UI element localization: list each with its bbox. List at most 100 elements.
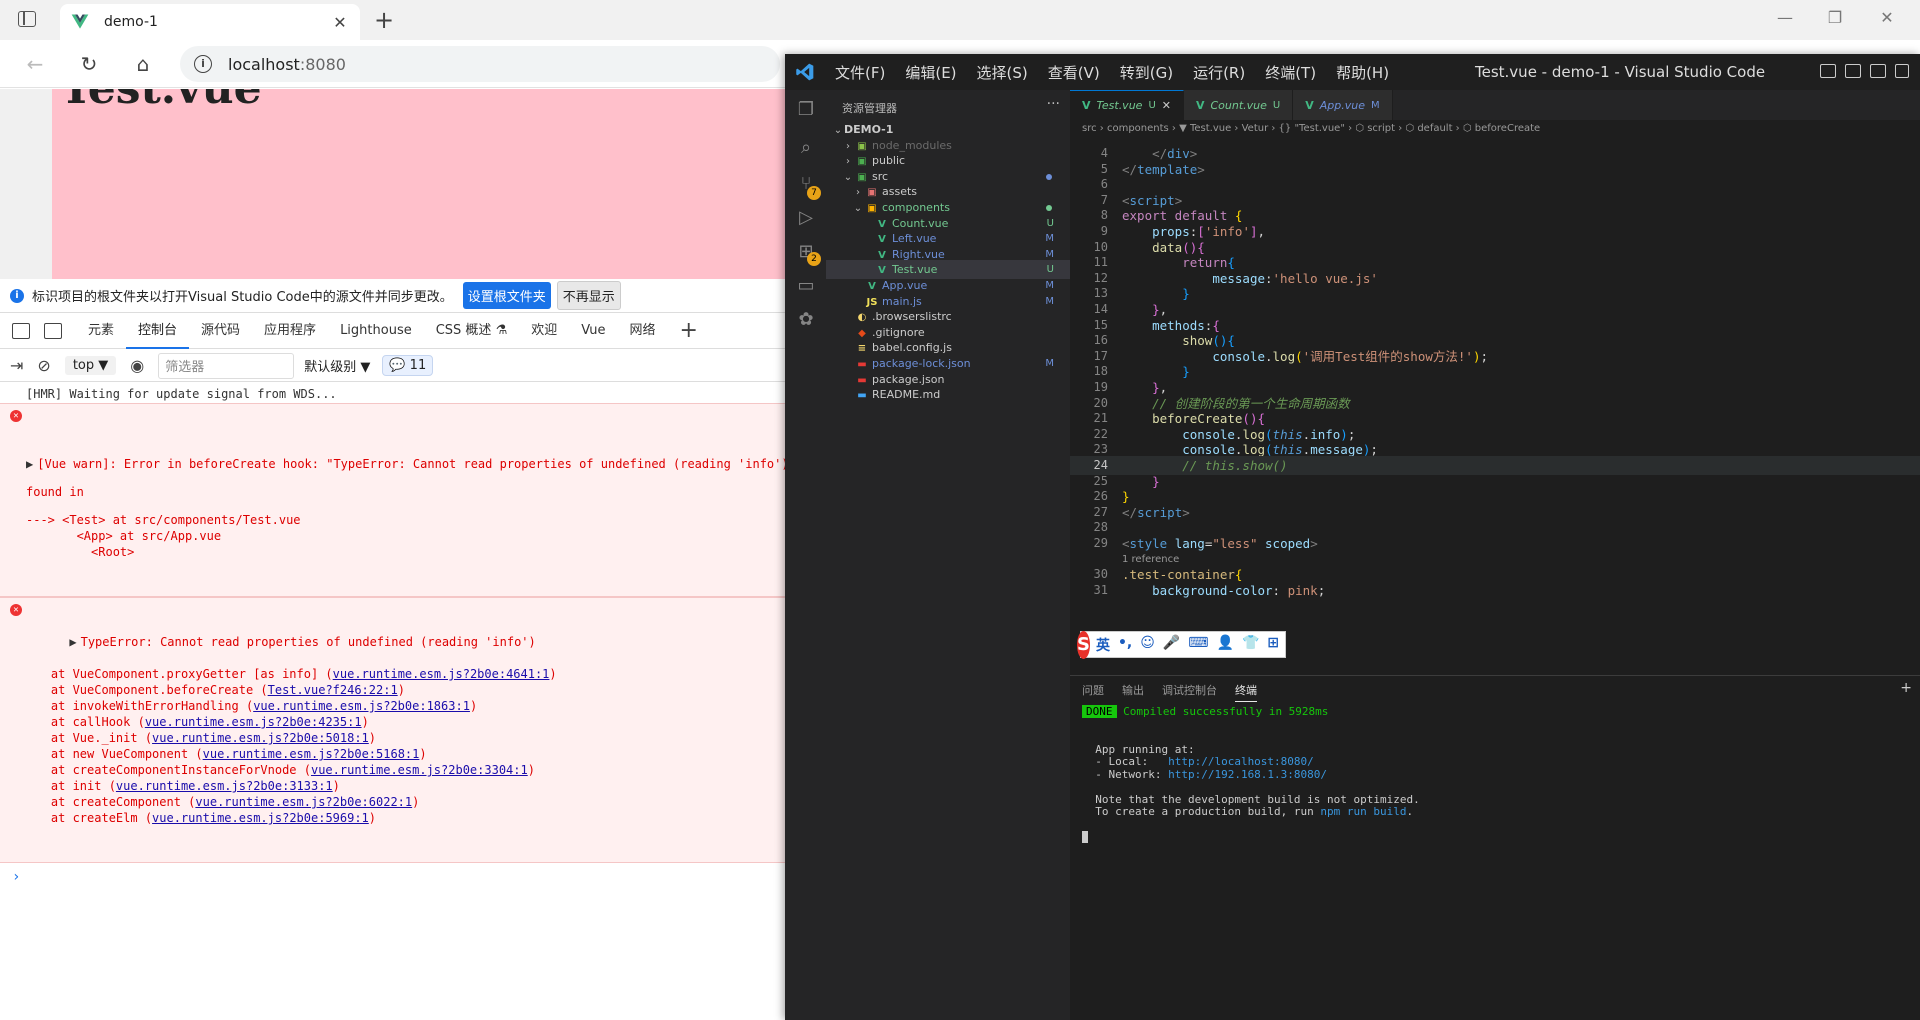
maximize-button[interactable]: ❐ xyxy=(1820,8,1850,27)
close-tab-icon[interactable]: ✕ xyxy=(330,13,350,32)
search-icon[interactable]: ⌕ xyxy=(796,138,816,158)
devtools-tab[interactable]: CSS 概述 ⚗ xyxy=(424,313,520,349)
run-debug-icon[interactable]: ▷ xyxy=(796,208,816,228)
expand-triangle-icon[interactable]: ▶ xyxy=(26,457,33,471)
menu-item[interactable]: 帮助(H) xyxy=(1326,62,1399,83)
toggle-panel-icon[interactable] xyxy=(1845,64,1861,78)
minimize-button[interactable]: — xyxy=(1770,8,1800,27)
toggle-sidebar-icon[interactable] xyxy=(1820,64,1836,78)
editor-tab[interactable]: V Test.vue U ✕ xyxy=(1070,90,1184,120)
close-window-button[interactable]: ✕ xyxy=(1872,8,1902,27)
sogou-logo-icon[interactable]: S xyxy=(1077,630,1090,659)
menu-item[interactable]: 运行(R) xyxy=(1183,62,1255,83)
ime-item[interactable]: 🎤 xyxy=(1163,635,1180,655)
home-button[interactable]: ⌂ xyxy=(128,50,158,78)
warn-line xyxy=(26,472,785,484)
set-root-folder-button[interactable]: 设置根文件夹 xyxy=(462,282,551,309)
devtools-tab[interactable]: 应用程序 xyxy=(252,313,328,349)
explorer-icon[interactable]: ❐ xyxy=(796,100,816,120)
devtools-tab[interactable]: 控制台 xyxy=(126,313,190,349)
type-error-message[interactable]: ✕ ▶ TypeError: Cannot read properties of … xyxy=(0,597,785,863)
chatgpt-icon[interactable]: ✿ xyxy=(796,310,816,330)
file-type-icon: ▬ xyxy=(857,390,867,402)
stack-frame-text: at VueComponent.beforeCreate ( xyxy=(22,683,268,697)
code-editor[interactable]: 4 </div> 5 </template> 6 7 <script> 8 export de… xyxy=(1070,142,1920,677)
context-select[interactable]: top ▼ xyxy=(64,356,117,375)
stack-frame-link[interactable]: vue.runtime.esm.js?2b0e:6022:1 xyxy=(195,795,412,809)
menu-item[interactable]: 编辑(E) xyxy=(895,62,966,83)
stack-frame-link[interactable]: vue.runtime.esm.js?2b0e:3133:1 xyxy=(116,779,333,793)
explorer-more-button[interactable]: ··· xyxy=(1047,96,1060,112)
git-status-badge: M xyxy=(1371,99,1380,111)
stack-frame-link[interactable]: vue.runtime.esm.js?2b0e:5168:1 xyxy=(203,747,420,761)
toggle-secondary-sidebar-icon[interactable] xyxy=(1870,64,1886,78)
warn-text: found in xyxy=(26,485,84,499)
panel-tab[interactable]: 终端 xyxy=(1235,680,1257,702)
code-text: background-color: pink; xyxy=(1152,582,1326,598)
menu-item[interactable]: 终端(T) xyxy=(1255,62,1326,83)
remote-explorer-icon[interactable]: ▭ xyxy=(796,276,816,296)
new-terminal-button[interactable]: + xyxy=(1900,680,1912,696)
stack-frame: at createElm (vue.runtime.esm.js?2b0e:59… xyxy=(22,810,785,826)
close-tab-icon[interactable]: ✕ xyxy=(1162,99,1171,112)
editor-tab[interactable]: V Count.vue U xyxy=(1183,90,1294,120)
devtools-tab[interactable]: 源代码 xyxy=(189,313,252,349)
tree-item-label: package.json xyxy=(872,372,945,386)
site-info-icon[interactable]: i xyxy=(194,55,212,73)
console-prompt[interactable]: › xyxy=(0,869,785,885)
more-tabs-button[interactable]: + xyxy=(680,318,698,343)
menu-item[interactable]: 查看(V) xyxy=(1038,62,1110,83)
stack-frame-link[interactable]: vue.runtime.esm.js?2b0e:1863:1 xyxy=(253,699,470,713)
editor-tab[interactable]: V App.vue M xyxy=(1293,90,1393,120)
stack-frame-link[interactable]: vue.runtime.esm.js?2b0e:4641:1 xyxy=(333,667,550,681)
tab-actions-icon[interactable] xyxy=(18,11,36,27)
new-tab-button[interactable]: + xyxy=(370,6,398,34)
back-button[interactable]: ← xyxy=(20,50,50,78)
devtools-tab[interactable]: 欢迎 xyxy=(519,313,569,349)
device-toolbar-icon[interactable] xyxy=(44,322,62,339)
menu-item[interactable]: 转到(G) xyxy=(1110,62,1183,83)
ime-item[interactable]: 👕 xyxy=(1242,635,1259,655)
devtools-tab[interactable]: Lighthouse xyxy=(328,313,424,349)
vue-warn-message[interactable]: ✕ ▶ [Vue warn]: Error in beforeCreate hoo… xyxy=(0,403,785,597)
menu-item[interactable]: 选择(S) xyxy=(967,62,1038,83)
live-expression-eye-icon[interactable]: ◉ xyxy=(130,356,144,375)
reload-button[interactable]: ↻ xyxy=(74,50,104,78)
devtools-tab[interactable]: 元素 xyxy=(76,313,126,349)
panel-tab[interactable]: 调试控制台 xyxy=(1162,680,1217,702)
ime-item[interactable]: •, xyxy=(1118,635,1132,655)
tree-item-label: .browserslistrc xyxy=(872,310,952,324)
stack-frame-link[interactable]: vue.runtime.esm.js?2b0e:3304:1 xyxy=(311,763,528,777)
ime-item[interactable]: ⌨ xyxy=(1188,635,1208,655)
clear-console-icon[interactable]: ⊘ xyxy=(37,356,50,375)
stack-frame-link[interactable]: vue.runtime.esm.js?2b0e:5018:1 xyxy=(152,731,369,745)
ime-item[interactable]: 👤 xyxy=(1217,635,1234,655)
expand-triangle-icon[interactable]: ▶ xyxy=(69,635,76,649)
ime-item[interactable]: ⊞ xyxy=(1267,635,1279,655)
console-filter-input[interactable]: 筛选器 xyxy=(158,352,295,379)
stack-frame-link[interactable]: Test.vue?f246:22:1 xyxy=(268,683,398,697)
tree-item[interactable]: ▬ README.md xyxy=(826,385,1070,404)
message-count-badge[interactable]: 💬 11 xyxy=(382,355,434,376)
url-field[interactable]: i localhost:8080 xyxy=(180,46,780,82)
terminal[interactable]: DONE Compiled successfully in 5928ms App… xyxy=(1082,705,1912,844)
breadcrumb[interactable]: src › components › ▼ Test.vue › Vetur › … xyxy=(1082,123,1540,141)
stack-frame-link[interactable]: vue.runtime.esm.js?2b0e:4235:1 xyxy=(145,715,362,729)
devtools-tab[interactable]: Vue xyxy=(569,313,617,349)
panel-tab[interactable]: 问题 xyxy=(1082,680,1104,702)
ime-toolbar[interactable]: S 英 •, ☺ 🎤 ⌨ 👤 👕 ⊞ xyxy=(1077,630,1286,659)
code-line[interactable]: 31 background-color: pink; xyxy=(1070,581,1920,600)
inspect-element-icon[interactable] xyxy=(12,322,30,339)
log-level-select[interactable]: 默认级别 ▼ xyxy=(304,356,370,375)
stack-frame-text: at new VueComponent ( xyxy=(22,747,203,761)
devtools-tab[interactable]: 网络 xyxy=(618,313,668,349)
panel-tab[interactable]: 输出 xyxy=(1122,680,1144,702)
ime-item[interactable]: 英 xyxy=(1096,635,1110,655)
ime-item[interactable]: ☺ xyxy=(1140,635,1155,655)
menu-item[interactable]: 文件(F) xyxy=(825,62,895,83)
customize-layout-icon[interactable] xyxy=(1895,64,1909,78)
dont-show-again-button[interactable]: 不再显示 xyxy=(556,281,621,310)
browser-tab[interactable]: demo-1 ✕ xyxy=(60,4,360,40)
stack-frame-link[interactable]: vue.runtime.esm.js?2b0e:5969:1 xyxy=(152,811,369,825)
sidebar-toggle-icon[interactable]: ⇥ xyxy=(10,356,23,375)
